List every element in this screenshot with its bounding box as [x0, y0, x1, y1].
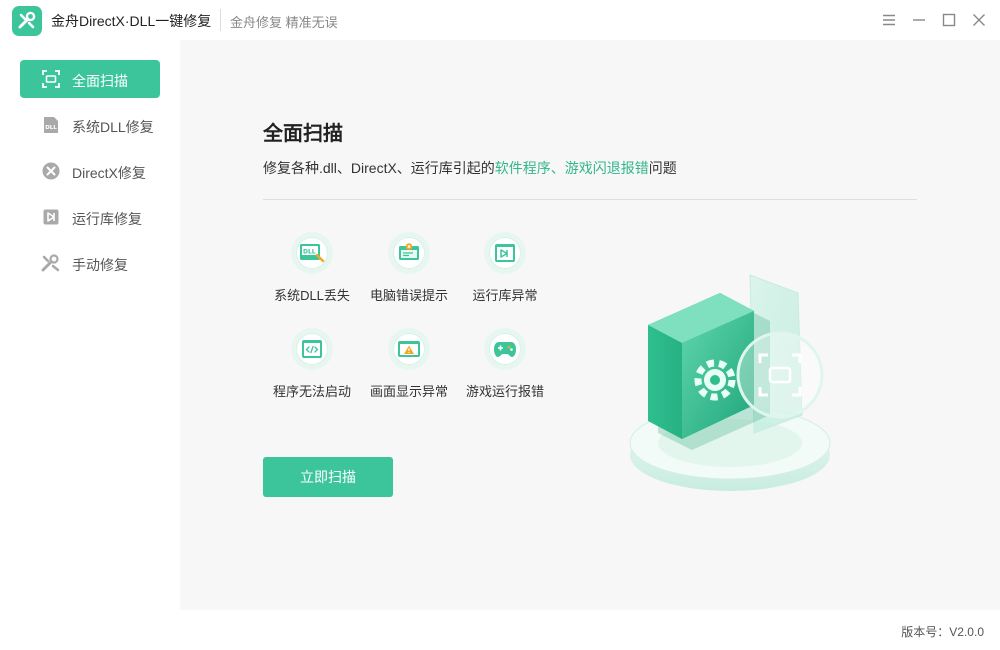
error-prompt-icon — [388, 232, 430, 274]
runtime-icon — [41, 207, 61, 227]
wrench-icon — [41, 253, 61, 273]
app-subtitle: 金舟修复 精准无误 — [230, 15, 338, 30]
page-title: 全面扫描 — [263, 123, 343, 145]
minimize-icon[interactable] — [909, 10, 929, 30]
content-divider — [263, 199, 917, 200]
feature-label: 画面显示异常 — [369, 384, 448, 399]
sidebar-item-full-scan[interactable]: 全面扫描 — [20, 60, 160, 98]
feature-label: 运行库异常 — [472, 288, 538, 303]
feature-label: 游戏运行报错 — [465, 384, 544, 399]
feature-label: 系统DLL丢失 — [274, 288, 350, 303]
version-label: 版本号： — [901, 625, 950, 639]
directx-icon — [41, 161, 61, 181]
gamepad-icon — [484, 328, 526, 370]
title-divider — [220, 9, 221, 31]
svg-text:DLL: DLL — [303, 249, 316, 256]
description-suffix: 问题 — [648, 160, 677, 176]
close-icon[interactable] — [969, 10, 989, 30]
sidebar-item-label: 全面扫描 — [72, 73, 128, 89]
menu-icon[interactable] — [879, 10, 899, 30]
svg-text:DLL: DLL — [45, 125, 57, 131]
scan-icon — [41, 69, 61, 89]
page-description: 修复各种.dll、DirectX、运行库引起的软件程序、游戏闪退报错问题 — [263, 158, 677, 178]
feature-label: 电脑错误提示 — [369, 288, 448, 303]
app-logo-icon — [12, 6, 42, 36]
version-info: 版本号：V2.0.0 — [901, 623, 984, 640]
sidebar-item-dll-repair[interactable]: DLL 系统DLL修复 — [20, 106, 160, 144]
sidebar: 全面扫描 DLL 系统DLL修复 DirectX修复 运行库修复 手动修复 — [0, 40, 180, 610]
maximize-icon[interactable] — [939, 10, 959, 30]
feature-display-error: 画面显示异常 — [361, 328, 457, 418]
feature-game-error: 游戏运行报错 — [457, 328, 553, 418]
display-warning-icon — [388, 328, 430, 370]
code-icon — [291, 328, 333, 370]
sidebar-item-label: 运行库修复 — [72, 211, 142, 227]
dll-icon: DLL — [41, 115, 61, 135]
app-title: 金舟DirectX·DLL一键修复 — [51, 13, 212, 29]
feature-error-prompt: 电脑错误提示 — [361, 232, 457, 322]
sidebar-item-label: 手动修复 — [72, 257, 128, 273]
sidebar-item-label: DirectX修复 — [72, 165, 146, 181]
app-window: 金舟DirectX·DLL一键修复 金舟修复 精准无误 全面扫描 DLL 系统D… — [0, 0, 1000, 650]
scan-illustration — [620, 265, 850, 505]
sidebar-item-runtime-repair[interactable]: 运行库修复 — [20, 198, 160, 236]
feature-label: 程序无法启动 — [272, 384, 351, 399]
main-panel: 全面扫描 修复各种.dll、DirectX、运行库引起的软件程序、游戏闪退报错问… — [180, 40, 1000, 610]
feature-runtime-error: 运行库异常 — [457, 232, 553, 322]
description-prefix: 修复各种.dll、DirectX、运行库引起的 — [263, 160, 495, 176]
sidebar-item-label: 系统DLL修复 — [72, 119, 154, 135]
sidebar-item-directx-repair[interactable]: DirectX修复 — [20, 152, 160, 190]
feature-dll-missing: DLL 系统DLL丢失 — [264, 232, 360, 322]
feature-program-wont-start: 程序无法启动 — [264, 328, 360, 418]
runtime-error-icon — [484, 232, 526, 274]
sidebar-item-manual-repair[interactable]: 手动修复 — [20, 244, 160, 282]
dll-missing-icon: DLL — [291, 232, 333, 274]
description-highlight: 软件程序、游戏闪退报错 — [494, 160, 649, 176]
scan-now-button[interactable]: 立即扫描 — [263, 457, 393, 497]
version-number: V2.0.0 — [949, 625, 984, 639]
title-bar: 金舟DirectX·DLL一键修复 金舟修复 精准无误 — [0, 0, 1000, 40]
